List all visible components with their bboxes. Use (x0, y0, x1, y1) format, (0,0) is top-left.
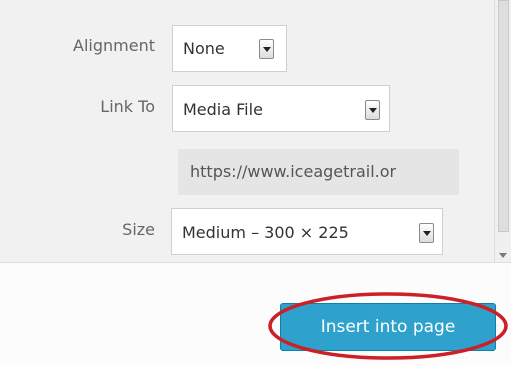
link-to-select[interactable]: Media File (172, 85, 390, 132)
link-url-field[interactable]: https://www.iceagetrail.or (178, 149, 459, 195)
settings-scrollbar[interactable] (494, 0, 511, 262)
alignment-value: None (183, 39, 225, 58)
media-modal-footer: Insert into page (0, 262, 511, 365)
size-select[interactable]: Medium – 300 × 225 (171, 208, 443, 255)
size-value: Medium – 300 × 225 (182, 223, 349, 242)
link-to-value: Media File (183, 100, 263, 119)
chevron-down-icon[interactable] (419, 223, 434, 243)
chevron-down-icon[interactable] (259, 39, 274, 59)
link-to-label: Link To (100, 97, 155, 116)
size-label: Size (122, 220, 155, 239)
alignment-select[interactable]: None (172, 25, 287, 72)
chevron-down-icon[interactable] (365, 100, 380, 120)
scroll-down-arrow-icon[interactable] (499, 253, 507, 258)
alignment-label: Alignment (73, 36, 155, 55)
attachment-display-settings: Alignment None Link To Media File https:… (0, 0, 494, 260)
scrollbar-thumb[interactable] (498, 0, 509, 232)
insert-into-page-button[interactable]: Insert into page (280, 303, 496, 351)
